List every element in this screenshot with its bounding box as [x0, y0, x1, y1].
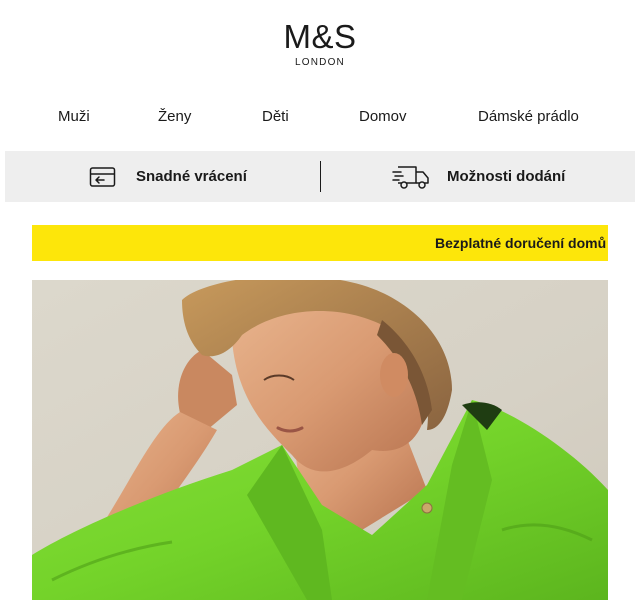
nav-item-men[interactable]: Muži	[58, 108, 90, 125]
delivery-options-link[interactable]: Možnosti dodání	[392, 151, 565, 202]
nav-item-lingerie[interactable]: Dámské prádlo	[478, 108, 579, 125]
easy-returns-link[interactable]: Snadné vrácení	[89, 151, 247, 202]
delivery-options-label: Možnosti dodání	[447, 168, 566, 185]
hero-image[interactable]	[32, 280, 608, 600]
easy-returns-label: Snadné vrácení	[136, 168, 247, 185]
nav-item-kids[interactable]: Děti	[262, 108, 289, 125]
brand-subtitle: LONDON	[295, 57, 345, 68]
service-bar: Snadné vrácení Možnosti dodání	[5, 151, 635, 202]
nav-item-women[interactable]: Ženy	[158, 108, 191, 125]
woman-in-green-shirt-photo	[32, 280, 608, 600]
brand-name: M&S	[283, 18, 357, 55]
return-box-icon	[89, 165, 117, 189]
service-divider	[320, 161, 321, 192]
site-header: M&S LONDON	[0, 0, 640, 90]
brand-logo[interactable]: M&S LONDON	[0, 18, 640, 69]
main-nav: Muži Ženy Děti Domov Dámské prádlo	[0, 108, 640, 130]
promo-text: Bezplatné doručení domů	[435, 235, 607, 251]
nav-item-home[interactable]: Domov	[359, 108, 407, 125]
delivery-truck-icon	[392, 163, 432, 191]
promo-banner[interactable]: Bezplatné doručení domů	[32, 225, 608, 261]
